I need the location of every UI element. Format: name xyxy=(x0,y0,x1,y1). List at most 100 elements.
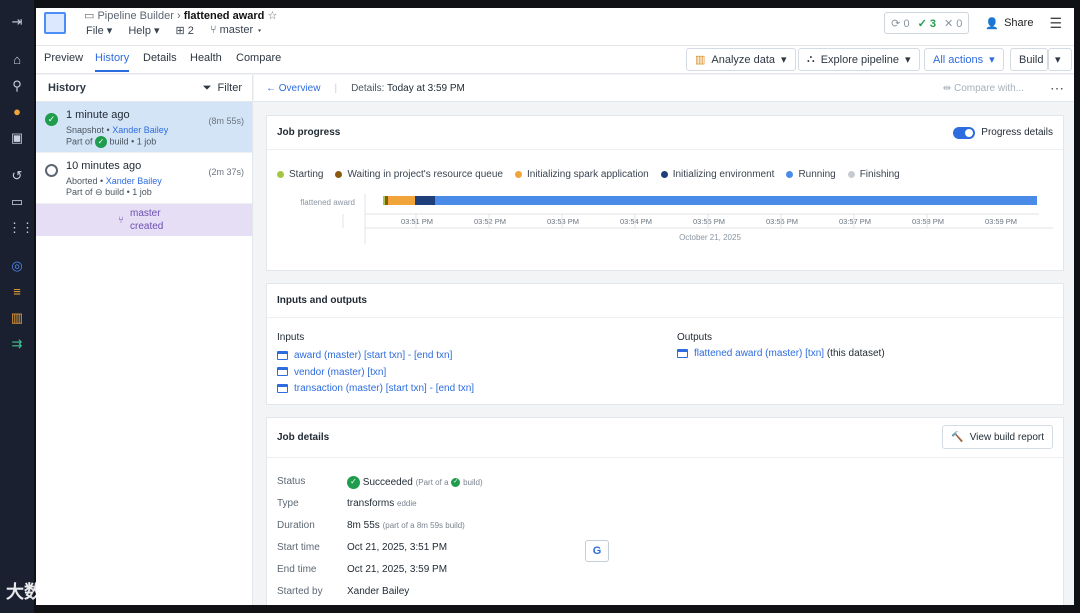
aborted-icon xyxy=(45,164,58,177)
files-icon[interactable]: ▭ xyxy=(8,193,26,211)
output-dataset-link[interactable]: flattened award (master) [txn] xyxy=(694,348,824,359)
grid-icon[interactable]: ⋮⋮ xyxy=(8,219,34,237)
quiver-icon[interactable]: ◎ xyxy=(8,257,26,275)
menu-help[interactable]: Help ▾ xyxy=(128,24,159,37)
timeline-tick-label: 03:55 PM xyxy=(693,217,725,226)
job-progress-header: Job progress Progress details xyxy=(267,116,1063,150)
inputs-list: award (master) [start txn] - [end txn] v… xyxy=(277,348,474,398)
dataset-logo-icon xyxy=(44,12,66,34)
tab-compare[interactable]: Compare xyxy=(236,52,281,64)
job-timeline: flattened award 03:51 PM 03:52 PM 03:53 PM… xyxy=(277,194,1055,254)
job-details-header: Job details 🔨 View build report xyxy=(267,418,1063,458)
success-icon: ✓ xyxy=(45,113,58,126)
menu-file[interactable]: File ▾ xyxy=(86,24,112,37)
more-options-icon[interactable]: ⋯ xyxy=(1050,80,1064,97)
legend-item: Waiting in project's resource queue xyxy=(335,169,503,180)
bar-running xyxy=(435,196,1037,205)
pipeline-builder-app: ▭ Pipeline Builder › flattened award ☆ F… xyxy=(36,8,1074,605)
tab-history[interactable]: History xyxy=(95,52,130,72)
aborted-icon: ⊖ xyxy=(95,187,103,197)
input-dataset-link[interactable]: award (master) [start txn] - [end txn] xyxy=(277,348,474,365)
list-icon[interactable]: ☰ xyxy=(1049,15,1062,32)
recent-icon[interactable]: ↺ xyxy=(8,167,26,185)
translate-icon[interactable]: G xyxy=(585,540,609,562)
compare-with-button[interactable]: ⇹ Compare with... xyxy=(943,83,1024,94)
success-icon: ✓ xyxy=(95,136,108,148)
user-link[interactable]: Xander Bailey xyxy=(112,125,168,135)
input-dataset-link[interactable]: vendor (master) [txn] xyxy=(277,365,474,382)
left-icon-rail: ⇥ ⌂ ⚲ ● ▣ ↺ ▭ ⋮⋮ ◎ ≡ ▥ ⇉ xyxy=(0,0,34,613)
branch-selector[interactable]: ⑂ master ▾ xyxy=(210,24,263,37)
dataset-title: flattened award xyxy=(183,10,265,22)
legend-item: Initializing spark application xyxy=(514,169,649,180)
history-header: History ⏷ Filter xyxy=(36,75,252,102)
pipeline-icon[interactable]: ⇉ xyxy=(8,335,26,353)
pending-count: ⟳ 0 xyxy=(891,17,910,30)
failed-count: ✕ 0 xyxy=(943,17,963,30)
breadcrumb: ▭ Pipeline Builder › flattened award ☆ xyxy=(84,10,278,22)
filter-button[interactable]: ⏷ Filter xyxy=(203,82,242,95)
inputs-outputs-header: Inputs and outputs xyxy=(267,284,1063,318)
inputs-outputs-card: Inputs and outputs Inputs award (master)… xyxy=(266,283,1064,405)
home-icon[interactable]: ⌂ xyxy=(8,51,26,69)
job-details-card: Job details 🔨 View build report Status ✓ S… xyxy=(266,417,1064,605)
tab-bar: Preview History Details Health Compare ▥… xyxy=(36,46,1074,74)
legend-item: Running xyxy=(786,169,836,180)
hammer-icon: 🔨 xyxy=(951,431,964,443)
branch-created-event[interactable]: ⑂ master created xyxy=(36,204,252,236)
apps-icon[interactable]: ▣ xyxy=(8,129,26,147)
timeline-date: October 21, 2025 xyxy=(679,233,741,242)
inputs-label: Inputs xyxy=(277,332,305,343)
timeline-tick-label: 03:56 PM xyxy=(766,217,798,226)
legend-dot xyxy=(514,171,522,178)
success-icon: ✓ xyxy=(451,478,461,487)
tab-preview[interactable]: Preview xyxy=(44,52,83,64)
explore-pipeline-button[interactable]: ⛬ Explore pipeline ▾ xyxy=(798,48,920,71)
sync-status[interactable]: ⟳ 0 ✓ 3 ✕ 0 xyxy=(884,12,970,34)
dataset-icon xyxy=(677,348,688,358)
expand-sidebar-icon[interactable]: ⇥ xyxy=(8,13,26,31)
search-icon[interactable]: ⚲ xyxy=(8,77,26,95)
chart-icon[interactable]: ▥ xyxy=(8,309,26,327)
job-progress-card: Job progress Progress details Starting Wa… xyxy=(266,115,1064,271)
history-title: History xyxy=(48,82,86,94)
tab-health[interactable]: Health xyxy=(190,52,222,64)
output-dataset: flattened award (master) [txn] (this dat… xyxy=(677,348,885,359)
star-icon[interactable]: ☆ xyxy=(267,10,277,22)
watermark: 大数跨境 xyxy=(6,582,78,602)
view-build-report-button[interactable]: 🔨 View build report xyxy=(942,425,1053,449)
overview-link[interactable]: ← Overview xyxy=(266,83,320,94)
main-panel: ← Overview | Details: Today at 3:59 PM ⇹… xyxy=(254,75,1074,605)
dataset-icon xyxy=(277,367,288,377)
tab-details[interactable]: Details xyxy=(143,52,177,64)
progress-details-toggle[interactable]: Progress details xyxy=(953,126,1053,139)
input-dataset-link[interactable]: transaction (master) [start txn] - [end … xyxy=(277,381,474,398)
bar-waiting xyxy=(385,196,388,205)
build-options-button[interactable]: ▾ xyxy=(1048,48,1072,71)
history-item[interactable]: 10 minutes ago Aborted • Xander Bailey P… xyxy=(36,153,252,204)
analyze-data-button[interactable]: ▥ Analyze data ▾ xyxy=(686,48,796,71)
share-button[interactable]: 👤 Share xyxy=(977,17,1041,30)
bar-env-init xyxy=(415,196,435,205)
menu-bar: File ▾ Help ▾ ⊞ 2 ⑂ master ▾ xyxy=(86,24,263,37)
legend-dot xyxy=(335,171,343,178)
build-button[interactable]: Build xyxy=(1010,48,1048,71)
all-actions-button[interactable]: All actions ▾ xyxy=(924,48,1004,71)
timeline-row-label: flattened award xyxy=(300,198,355,207)
bar-starting xyxy=(383,196,385,205)
layers-icon[interactable]: ≡ xyxy=(8,283,26,301)
build-count[interactable]: ⊞ 2 xyxy=(176,24,194,37)
bar-spark-init xyxy=(388,196,415,205)
legend-item: Finishing xyxy=(847,169,900,180)
details-timestamp: Details: Today at 3:59 PM xyxy=(351,82,465,94)
user-link[interactable]: Xander Bailey xyxy=(106,176,162,186)
filter-icon: ⏷ xyxy=(202,81,212,94)
progress-legend: Starting Waiting in project's resource qu… xyxy=(277,169,900,180)
breadcrumb-parent[interactable]: Pipeline Builder xyxy=(97,10,173,22)
legend-dot xyxy=(847,171,855,178)
notifications-icon[interactable]: ● xyxy=(8,103,26,121)
breadcrumb-icon: ▭ xyxy=(84,10,98,22)
legend-dot xyxy=(786,171,794,178)
history-item[interactable]: ✓ 1 minute ago Snapshot • Xander Bailey … xyxy=(36,102,252,153)
legend-dot xyxy=(277,171,284,178)
